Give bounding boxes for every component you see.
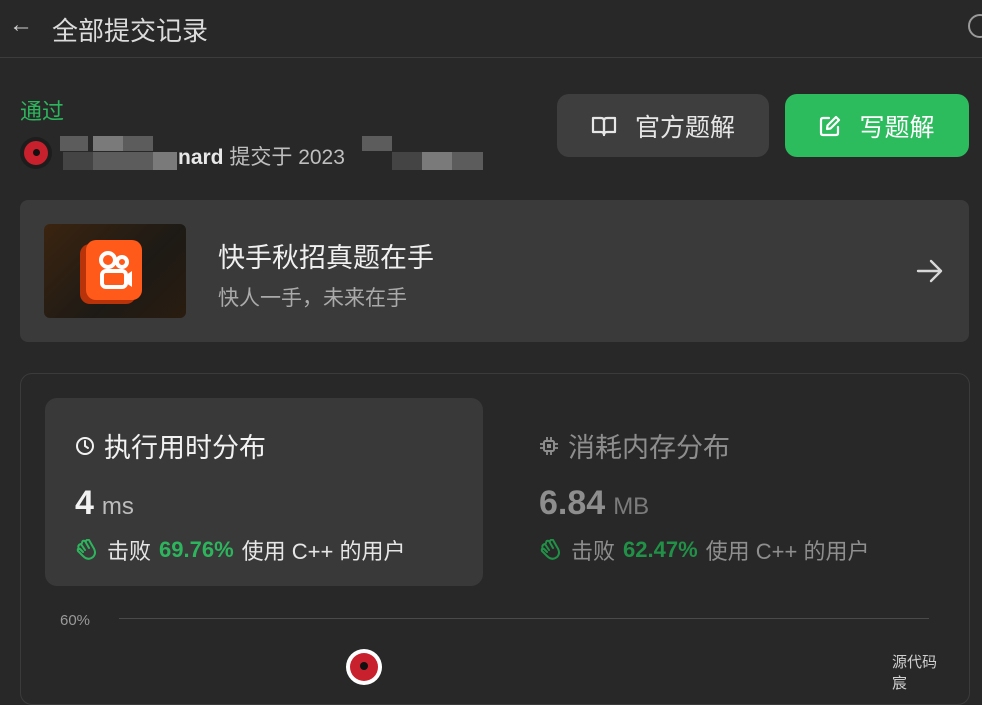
footer-links: 源代码宸 (892, 651, 982, 693)
promo-title: 快手秋招真题在手 (218, 243, 434, 273)
redacted-pixel (123, 136, 153, 151)
clap-icon (540, 539, 560, 560)
redacted-pixel (392, 152, 422, 170)
official-solution-label: 官方题解 (634, 113, 735, 142)
chart-gridline (119, 618, 929, 619)
memory-card[interactable]: 消耗内存分布 6.84 MB 击败 62.47% 使用 C++ 的用户 (483, 398, 943, 586)
write-solution-button[interactable]: 写题解 (785, 94, 969, 157)
runtime-value: 4 ms (75, 484, 134, 523)
memory-beat: 击败 62.47% 使用 C++ 的用户 (539, 534, 869, 566)
redacted-pixel (452, 152, 483, 170)
runtime-title: 执行用时分布 (75, 426, 266, 465)
submitter-line: nard 提交于 2023 (178, 141, 345, 171)
memory-title: 消耗内存分布 (539, 426, 730, 465)
redacted-pixel (63, 152, 93, 170)
memory-beat-label: 击败 (571, 539, 616, 564)
user-position-avatar[interactable] (346, 649, 382, 685)
runtime-title-text: 执行用时分布 (104, 433, 266, 463)
promo-banner[interactable]: 快手秋招真题在手 快人一手，未来在手 (20, 200, 969, 342)
avatar[interactable] (20, 137, 52, 169)
redacted-pixel (153, 152, 177, 170)
runtime-card[interactable]: 执行用时分布 4 ms 击败 69.76% 使用 C++ 的用户 (45, 398, 483, 586)
status-accepted: 通过 (20, 99, 65, 124)
runtime-beat: 击败 69.76% 使用 C++ 的用户 (75, 534, 405, 566)
kuaishou-logo-icon (86, 240, 142, 300)
runtime-percent: 69.76% (159, 537, 234, 562)
official-solution-button[interactable]: 官方题解 (557, 94, 769, 157)
source-code-link[interactable]: 源代码 (892, 654, 937, 671)
page-title: 全部提交记录 (52, 16, 209, 46)
memory-unit: MB (613, 493, 650, 520)
submitted-date: 提交于 2023 (229, 146, 345, 169)
memory-title-text: 消耗内存分布 (568, 433, 730, 463)
edit-icon (820, 115, 841, 136)
redacted-pixel (60, 136, 88, 151)
memory-value: 6.84 MB (539, 484, 649, 523)
runtime-unit: ms (101, 493, 134, 520)
memory-lang-text: 使用 C++ 的用户 (705, 539, 870, 564)
clap-icon (76, 539, 96, 560)
marker-eye (360, 662, 368, 670)
redacted-pixel (362, 136, 392, 151)
chart-y-tick-label: 60% (60, 612, 91, 629)
clock-icon (76, 436, 94, 455)
kuaishou-logo-image (44, 224, 186, 318)
write-solution-label: 写题解 (859, 113, 935, 142)
runtime-beat-label: 击败 (107, 539, 152, 564)
chip-icon (540, 436, 558, 455)
top-bar: ← 全部提交记录 (0, 0, 982, 58)
memory-percent: 62.47% (623, 537, 698, 562)
runtime-number: 4 (75, 484, 94, 522)
runtime-lang-text: 使用 C++ 的用户 (241, 539, 406, 564)
redacted-pixel (422, 152, 452, 170)
memory-number: 6.84 (539, 484, 606, 522)
redacted-pixel (93, 136, 123, 151)
submitter-name[interactable]: nard (178, 146, 224, 169)
arrow-right-icon[interactable] (916, 257, 944, 285)
book-icon (591, 116, 617, 136)
avatar-eye (33, 149, 40, 156)
partial-icon[interactable] (968, 14, 982, 38)
promo-subtitle: 快人一手，未来在手 (218, 287, 407, 310)
back-arrow-icon[interactable]: ← (8, 12, 34, 38)
redacted-pixel (93, 152, 153, 170)
